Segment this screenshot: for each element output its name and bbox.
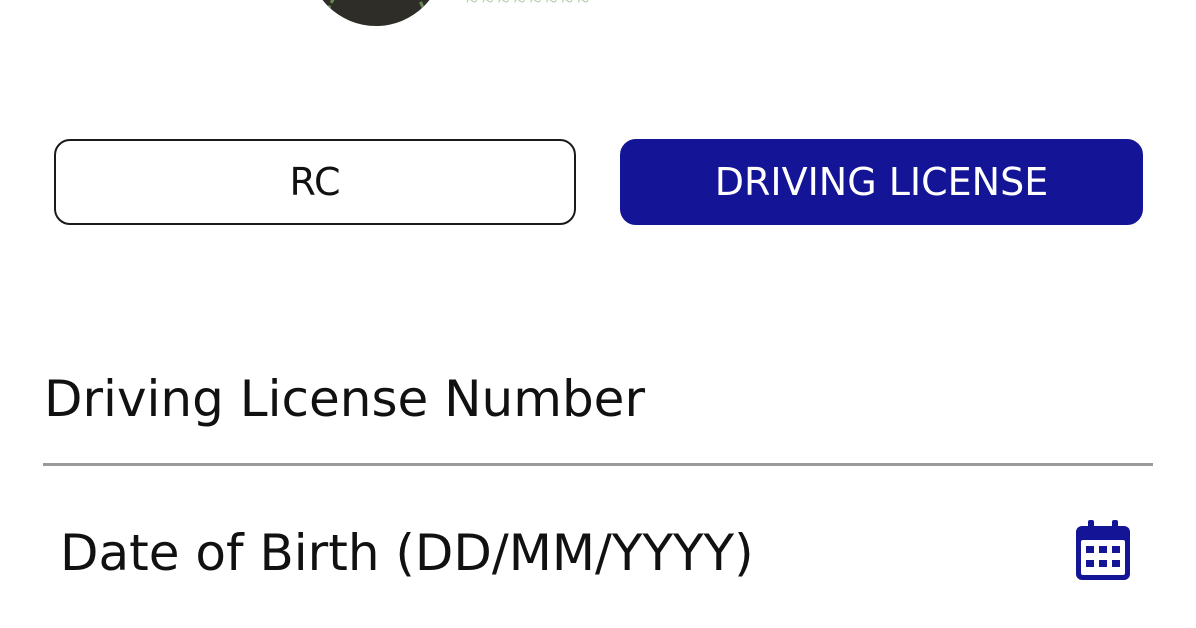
calendar-icon[interactable] bbox=[1074, 520, 1132, 582]
tab-rc-label: RC bbox=[289, 160, 341, 204]
app-screen: ~~~~~~~~ RC DRIVING LICENSE Driving Lice… bbox=[0, 0, 1196, 628]
logo-ring bbox=[324, 0, 428, 26]
tab-rc[interactable]: RC bbox=[54, 139, 576, 225]
dob-field[interactable]: Date of Birth (DD/MM/YYYY) bbox=[60, 524, 754, 582]
license-number-field[interactable]: Driving License Number bbox=[44, 370, 645, 428]
tab-driving-license[interactable]: DRIVING LICENSE bbox=[620, 139, 1143, 225]
logo-wordmark: ~~~~~~~~ bbox=[466, 0, 594, 13]
tab-driving-license-label: DRIVING LICENSE bbox=[714, 160, 1049, 204]
license-number-underline bbox=[43, 463, 1153, 466]
logo-emblem bbox=[308, 0, 444, 26]
